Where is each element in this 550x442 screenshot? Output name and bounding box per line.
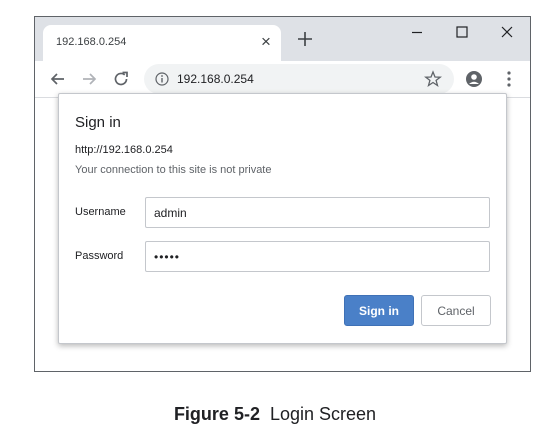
kebab-menu-icon[interactable] [503,70,515,88]
minimize-icon[interactable] [408,23,426,41]
figure-caption: Figure 5-2 Login Screen [0,404,550,425]
privacy-warning: Your connection to this site is not priv… [75,164,272,176]
reload-icon[interactable] [112,70,130,88]
figure-title: Login Screen [269,404,377,424]
info-icon[interactable] [155,72,169,86]
browser-tab[interactable]: 192.168.0.254 × [43,25,281,61]
tab-title: 192.168.0.254 [56,36,127,48]
username-field[interactable] [145,197,490,228]
sign-in-dialog: Sign in http://192.168.0.254 Your connec… [58,93,507,344]
dialog-title: Sign in [75,114,121,131]
maximize-icon[interactable] [453,23,471,41]
plus-icon[interactable] [296,30,314,48]
dialog-url: http://192.168.0.254 [75,144,173,156]
profile-icon[interactable] [465,70,483,88]
sign-in-button[interactable]: Sign in [344,295,414,326]
username-label: Username [75,206,126,218]
star-icon[interactable] [424,70,442,88]
browser-window: 192.168.0.254 × 192.168.0.254 Sign in ht… [34,16,531,372]
forward-arrow-icon[interactable] [80,70,98,88]
cancel-button[interactable]: Cancel [421,295,491,326]
close-icon[interactable] [498,23,516,41]
tab-close-icon[interactable]: × [261,33,271,51]
back-arrow-icon[interactable] [49,70,67,88]
address-bar[interactable]: 192.168.0.254 [144,64,454,94]
url-text[interactable]: 192.168.0.254 [177,72,254,86]
password-label: Password [75,250,124,262]
figure-number: Figure 5-2 [173,404,260,424]
title-bar: 192.168.0.254 × [35,17,530,61]
password-field[interactable] [145,241,490,272]
